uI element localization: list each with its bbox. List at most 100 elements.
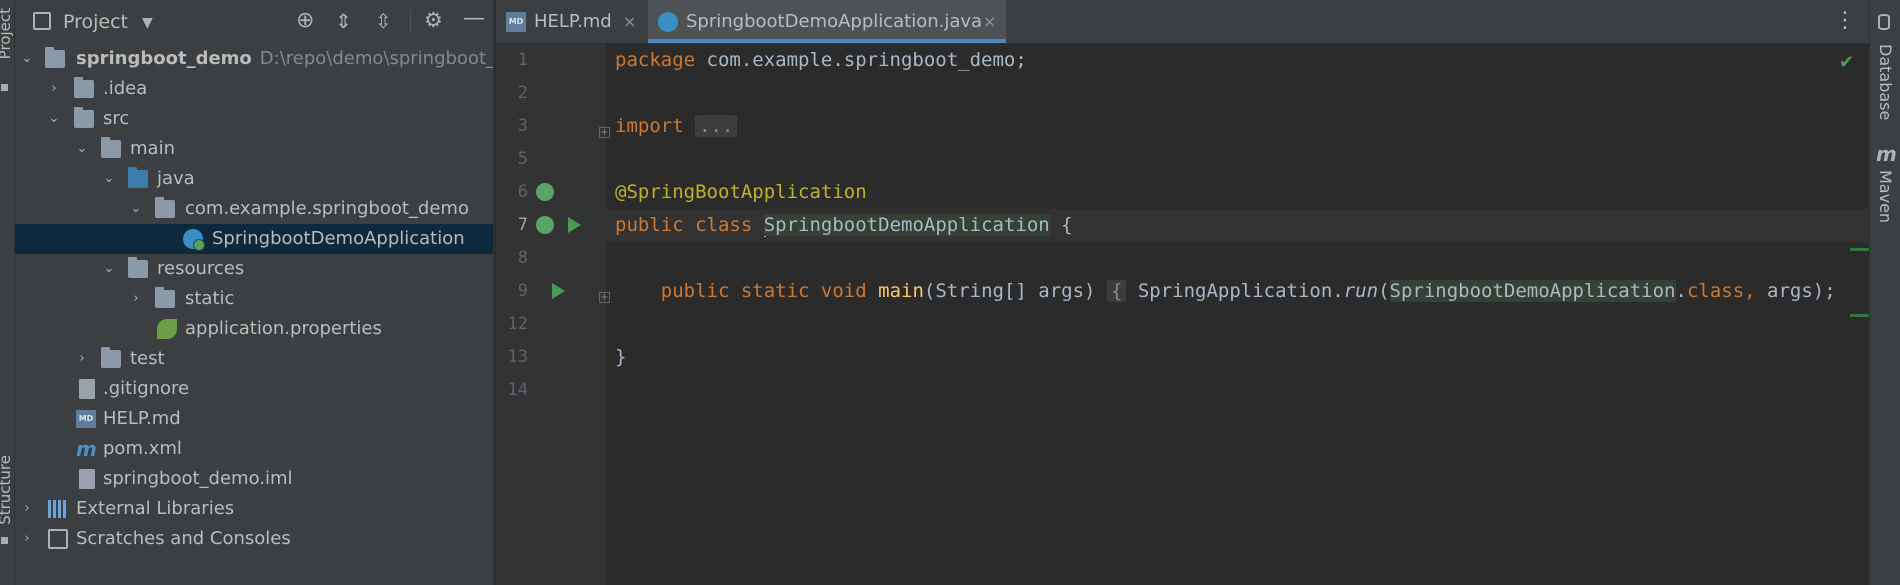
run-icon[interactable] (552, 283, 565, 299)
project-tool-icon[interactable] (1, 84, 8, 91)
expand-all-icon[interactable]: ⇕ (335, 11, 352, 31)
tree-item-label: External Libraries (76, 498, 235, 519)
chevron-down-icon[interactable]: ⌄ (102, 254, 116, 284)
chevron-down-icon[interactable]: ⌄ (20, 44, 34, 74)
tree-item-label: test (130, 348, 165, 369)
tab-label: SpringbootDemoApplication.java (686, 11, 983, 32)
chevron-down-icon[interactable]: ⌄ (75, 134, 89, 164)
source-folder-icon (128, 167, 148, 188)
tree-item-java[interactable]: ⌄ java (15, 164, 493, 194)
tree-item-src[interactable]: ⌄ src (15, 104, 493, 134)
folded-imports[interactable]: ... (695, 115, 738, 137)
run-icon[interactable] (568, 217, 581, 233)
code-line-6: @SpringBootApplication (615, 181, 867, 203)
line-number: 1 (517, 50, 528, 70)
chevron-down-icon[interactable]: ⌄ (129, 194, 143, 224)
more-options-icon[interactable]: ⋮ (1834, 10, 1856, 32)
close-icon[interactable]: × (983, 0, 996, 44)
tree-item-application-properties[interactable]: application.properties (15, 314, 493, 344)
editor-gutter: 1 2 3 5 6 7 8 9 12 13 14 + + (496, 44, 610, 585)
spring-bean-icon[interactable] (536, 183, 554, 201)
package-icon (155, 197, 175, 218)
usage-marker[interactable] (1850, 248, 1870, 251)
spring-class-icon (658, 12, 678, 32)
tree-item-resources[interactable]: ⌄ resources (15, 254, 493, 284)
tree-item-iml[interactable]: springboot_demo.iml (15, 464, 493, 494)
project-header: Project ▼ ⊕ ⇕ ⇳ ⚙ — (15, 0, 493, 44)
close-icon[interactable]: × (623, 0, 636, 44)
tree-item-main[interactable]: ⌄ main (15, 134, 493, 164)
editor-tab-bar: MD HELP.md × SpringbootDemoApplication.j… (496, 0, 1870, 44)
chevron-down-icon[interactable]: ⌄ (47, 104, 61, 134)
code-line-1: package com.example.springboot_demo; (615, 49, 1027, 71)
tree-item-springboot-demo-application[interactable]: SpringbootDemoApplication (15, 224, 493, 254)
tree-item-package[interactable]: ⌄ com.example.springboot_demo (15, 194, 493, 224)
tree-item-scratches[interactable]: › Scratches and Consoles (15, 524, 493, 554)
chevron-right-icon[interactable]: › (129, 284, 143, 314)
tree-item-label: src (103, 108, 130, 129)
locate-icon[interactable]: ⊕ (296, 10, 314, 32)
tab-springboot-demo-application[interactable]: SpringbootDemoApplication.java × (648, 0, 1006, 43)
folder-icon (101, 137, 121, 158)
fold-icon[interactable]: + (599, 292, 610, 303)
tree-item-label: main (130, 138, 175, 159)
folder-icon (74, 107, 94, 128)
chevron-right-icon[interactable]: › (75, 344, 89, 374)
project-path: D:\repo\demo\springboot_d (259, 48, 493, 69)
folder-icon (45, 47, 65, 68)
project-tree: ⌄ springboot_demo D:\repo\demo\springboot… (15, 44, 493, 554)
markdown-file-icon: MD (506, 12, 526, 32)
line-number: 2 (517, 83, 528, 103)
line-number: 9 (517, 281, 528, 301)
tree-item-label: Scratches and Consoles (76, 528, 291, 549)
tree-item-pom-xml[interactable]: m pom.xml (15, 434, 493, 464)
project-view-selector[interactable]: Project (63, 11, 128, 33)
gear-icon[interactable]: ⚙ (424, 10, 443, 31)
structure-tool-tab[interactable]: Structure (0, 455, 14, 525)
chevron-right-icon[interactable]: › (20, 524, 34, 554)
tree-item-external-libraries[interactable]: › External Libraries (15, 494, 493, 524)
tree-item-label: static (185, 288, 235, 309)
fold-icon[interactable]: + (599, 127, 610, 138)
maven-tool-tab[interactable]: Maven (1876, 170, 1895, 223)
usage-marker[interactable] (1850, 314, 1870, 317)
tree-item-test[interactable]: › test (15, 344, 493, 374)
code-editor[interactable]: 1 2 3 5 6 7 8 9 12 13 14 + + package com… (496, 44, 1870, 585)
tree-item-label: .gitignore (103, 378, 190, 399)
tree-item-label: application.properties (185, 318, 382, 339)
minimize-icon[interactable]: — (463, 8, 485, 30)
chevron-right-icon[interactable]: › (47, 74, 61, 104)
spring-bean-icon[interactable] (536, 216, 554, 234)
chevron-down-icon[interactable]: ⌄ (102, 164, 116, 194)
project-view-icon (33, 12, 51, 30)
code-line-3: import ... (615, 110, 738, 143)
gitignore-file-icon (79, 379, 95, 399)
header-divider (410, 10, 411, 34)
code-line-7-current: public class SpringbootDemoApplication { (605, 209, 1870, 242)
line-number-current: 7 (517, 215, 528, 235)
folded-method-body[interactable]: { (1106, 280, 1127, 302)
tree-item-label: resources (157, 258, 245, 279)
database-tool-tab[interactable]: Database (1876, 44, 1895, 120)
chevron-down-icon[interactable]: ▼ (142, 13, 153, 33)
folder-icon (74, 77, 94, 98)
tree-item-springboot-demo[interactable]: ⌄ springboot_demo D:\repo\demo\springboot… (15, 44, 493, 74)
tree-item-gitignore[interactable]: .gitignore (15, 374, 493, 404)
maven-icon[interactable]: m (1876, 142, 1897, 166)
collapse-all-icon[interactable]: ⇳ (375, 11, 392, 31)
inspection-ok-icon[interactable]: ✔ (1839, 52, 1854, 73)
project-tool-tab[interactable]: Project (0, 8, 14, 59)
structure-tool-icon[interactable] (1, 537, 8, 544)
chevron-right-icon[interactable]: › (20, 494, 34, 524)
tree-item-static[interactable]: › static (15, 284, 493, 314)
code-line-9: public static void main(String[] args) {… (660, 280, 1836, 302)
tab-help-md[interactable]: MD HELP.md × (496, 0, 640, 43)
tree-item-idea[interactable]: › .idea (15, 74, 493, 104)
project-panel: Project ▼ ⊕ ⇕ ⇳ ⚙ — ⌄ springboot_demo D:\… (15, 0, 493, 585)
database-icon[interactable] (1878, 14, 1890, 30)
tree-item-label: com.example.springboot_demo (185, 198, 469, 219)
tree-item-label: pom.xml (103, 438, 182, 459)
tree-item-help-md[interactable]: MD HELP.md (15, 404, 493, 434)
line-number: 13 (507, 347, 528, 367)
line-number: 3 (517, 116, 528, 136)
